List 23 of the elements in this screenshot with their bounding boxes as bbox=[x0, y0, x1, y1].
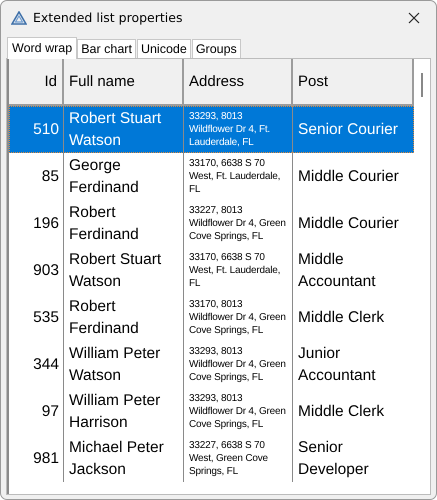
post-cell-text: Middle Clerk bbox=[297, 402, 386, 422]
post-cell-text: Junior Accountant bbox=[297, 344, 377, 386]
tab[interactable]: Unicode bbox=[136, 39, 191, 58]
post-cell-text: Middle Courier bbox=[297, 214, 400, 234]
post-cell-text: Middle Courier bbox=[297, 166, 400, 186]
address-cell: 33227, 6638 S 70 West, Green Cove Springs, FL bbox=[184, 435, 293, 482]
post-cell-text: Middle Clerk bbox=[297, 308, 386, 328]
column-header[interactable]: Post bbox=[293, 59, 414, 106]
close-icon bbox=[408, 12, 420, 24]
post-cell-text: Senior Courier bbox=[297, 120, 399, 140]
tab[interactable]: Groups bbox=[192, 39, 241, 58]
column-header[interactable]: Full name bbox=[64, 59, 184, 106]
column-header[interactable]: Id bbox=[9, 59, 64, 106]
name-cell: Michael Peter Jackson bbox=[64, 435, 184, 482]
scrollbar-thumb[interactable] bbox=[421, 73, 423, 97]
tab[interactable]: Bar chart bbox=[77, 39, 136, 58]
window-title: Extended list properties bbox=[33, 10, 184, 25]
id-cell: 981 bbox=[9, 435, 64, 482]
column-header[interactable]: Address bbox=[184, 59, 293, 106]
tab[interactable]: Word wrap bbox=[7, 37, 78, 59]
triangle-logo-icon bbox=[11, 10, 27, 24]
post-cell-text: Senior Developer bbox=[297, 438, 370, 480]
post-cell-text: Middle Accountant bbox=[297, 250, 377, 292]
